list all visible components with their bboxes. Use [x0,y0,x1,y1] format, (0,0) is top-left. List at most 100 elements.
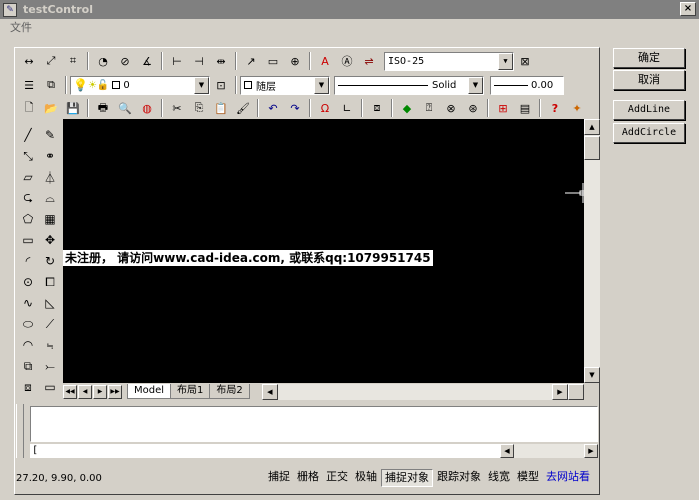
trim-icon[interactable]: ⨫ [40,335,60,355]
chevron-down-icon[interactable]: ▼ [468,76,483,94]
polyline-icon[interactable]: ⮎ [18,188,38,208]
website-link[interactable]: 去网站看 [543,469,593,487]
dim-style-icon[interactable]: ⊠ [515,51,535,71]
scroll-up-icon[interactable]: ▲ [584,119,600,135]
paste-icon[interactable]: 📋 [211,98,231,118]
snap-toggle[interactable]: 捕捉 [265,469,293,487]
ellipse-arc-icon[interactable]: ◠ [18,335,38,355]
zoom-window-icon[interactable]: ◆ [397,98,417,118]
chevron-down-icon[interactable]: ▼ [194,76,209,94]
redo-icon[interactable]: ↷ [285,98,305,118]
copy-object-icon[interactable]: ⚭ [40,146,60,166]
zoom-all-icon[interactable]: ⊛ [463,98,483,118]
help-icon[interactable]: ? [545,98,565,118]
array-icon[interactable]: ▦ [40,209,60,229]
layer-manager-icon[interactable]: ☰ [19,75,39,95]
last-tab-icon[interactable]: ▶▶ [108,384,122,399]
offset-icon[interactable]: ⌓ [40,188,60,208]
scroll-thumb[interactable] [584,136,600,160]
line-icon[interactable]: ╱ [18,125,38,145]
tab-layout2[interactable]: 布局2 [209,384,250,399]
tab-layout1[interactable]: 布局1 [170,384,211,399]
multiline-icon[interactable]: ▱ [18,167,38,187]
ok-button[interactable]: 确定 [613,48,685,68]
dim-radius-icon[interactable]: ◔ [93,51,113,71]
mirror-icon[interactable]: ⏃ [40,167,60,187]
preview-icon[interactable]: 🔍 [115,98,135,118]
center-mark-icon[interactable]: ⊕ [285,51,305,71]
zoom-extents-icon[interactable]: ⊗ [441,98,461,118]
new-icon[interactable]: 🗋 [19,98,39,118]
dim-quick-icon[interactable]: ⇹ [211,51,231,71]
undo-icon[interactable]: ↶ [263,98,283,118]
leader-icon[interactable]: ↗ [241,51,261,71]
dim-aligned-icon[interactable]: ⤢ [41,51,61,71]
extend-icon[interactable]: ⤚ [40,356,60,376]
lineweight-select[interactable]: 0.00 [490,75,564,95]
chevron-down-icon[interactable]: ▼ [314,76,329,94]
ucs-icon[interactable]: ∟ [337,98,357,118]
tolerance-icon[interactable]: ▭ [263,51,283,71]
osnap-toggle[interactable]: 捕捉对象 [381,469,433,487]
pan-icon[interactable]: Ω [315,98,335,118]
circle-icon[interactable]: ⊙ [18,272,38,292]
erase-icon[interactable]: ✎ [40,125,60,145]
layer-select[interactable]: 💡 ☀ 🔓 0 ▼ [70,75,210,95]
first-tab-icon[interactable]: ◀◀ [63,384,77,399]
rectangle-icon[interactable]: ▭ [18,230,38,250]
lineweight-toggle[interactable]: 线宽 [485,469,513,487]
tab-model[interactable]: Model [127,384,172,399]
make-layer-current-icon[interactable]: ⊡ [211,75,231,95]
dim-ordinate-icon[interactable]: ⌗ [63,51,83,71]
dim-baseline-icon[interactable]: ⊢ [167,51,187,71]
dim-text-edit-icon[interactable]: Ⓐ [337,51,357,71]
publish-icon[interactable]: ◍ [137,98,157,118]
save-icon[interactable]: 💾 [63,98,83,118]
close-button[interactable]: × [680,2,696,16]
make-block-icon[interactable]: ⧈ [18,377,38,397]
dim-continue-icon[interactable]: ⊣ [189,51,209,71]
insert-block-icon[interactable]: ⧉ [18,356,38,376]
ortho-toggle[interactable]: 正交 [323,469,351,487]
grid-toggle[interactable]: 栅格 [294,469,322,487]
whats-new-icon[interactable]: ✦ [567,98,587,118]
print-icon[interactable]: 🖶 [93,98,113,118]
break-icon[interactable]: ▭ [40,377,60,397]
add-circle-button[interactable]: AddCircle [613,123,685,143]
lengthen-icon[interactable]: ⟋ [40,314,60,334]
dim-angular-icon[interactable]: ∡ [137,51,157,71]
scale-icon[interactable]: ⧠ [40,272,60,292]
cmd-scroll-right-icon[interactable]: ▶ [584,444,598,458]
vertical-scrollbar[interactable]: ▲ ▼ [584,119,600,383]
polygon-icon[interactable]: ⬠ [18,209,38,229]
rotate-icon[interactable]: ↻ [40,251,60,271]
cut-icon[interactable]: ✂ [167,98,187,118]
open-icon[interactable]: 📂 [41,98,61,118]
cancel-button[interactable]: 取消 [613,70,685,90]
cmd-scroll-track[interactable] [514,444,584,458]
command-input[interactable]: [ [30,444,500,458]
dimstyle-select[interactable]: ISO-25 ▼ [384,51,514,71]
horizontal-scroll-track[interactable] [277,383,552,400]
next-tab-icon[interactable]: ▶ [93,384,107,399]
chevron-down-icon[interactable]: ▼ [498,52,513,70]
zoom-realtime-icon[interactable]: ⧈ [367,98,387,118]
dim-edit-icon[interactable]: A [315,51,335,71]
otrack-toggle[interactable]: 跟踪对象 [434,469,484,487]
cmd-scroll-left-icon[interactable]: ◀ [500,444,514,458]
move-icon[interactable]: ✥ [40,230,60,250]
color-select[interactable]: 随层 ▼ [240,75,330,95]
construction-line-icon[interactable]: ⤡ [18,146,38,166]
prev-tab-icon[interactable]: ◀ [78,384,92,399]
scroll-right-icon[interactable]: ▶ [552,383,568,400]
add-line-button[interactable]: AddLine [613,100,685,120]
polar-toggle[interactable]: 极轴 [352,469,380,487]
dim-update-icon[interactable]: ⇌ [359,51,379,71]
matchprop-icon[interactable]: 🖌 [233,98,253,118]
ellipse-icon[interactable]: ⬭ [18,314,38,334]
spline-icon[interactable]: ∿ [18,293,38,313]
command-grip[interactable] [16,404,24,458]
dim-diameter-icon[interactable]: ⊘ [115,51,135,71]
stretch-icon[interactable]: ◺ [40,293,60,313]
menu-file[interactable]: 文件 [10,21,32,34]
